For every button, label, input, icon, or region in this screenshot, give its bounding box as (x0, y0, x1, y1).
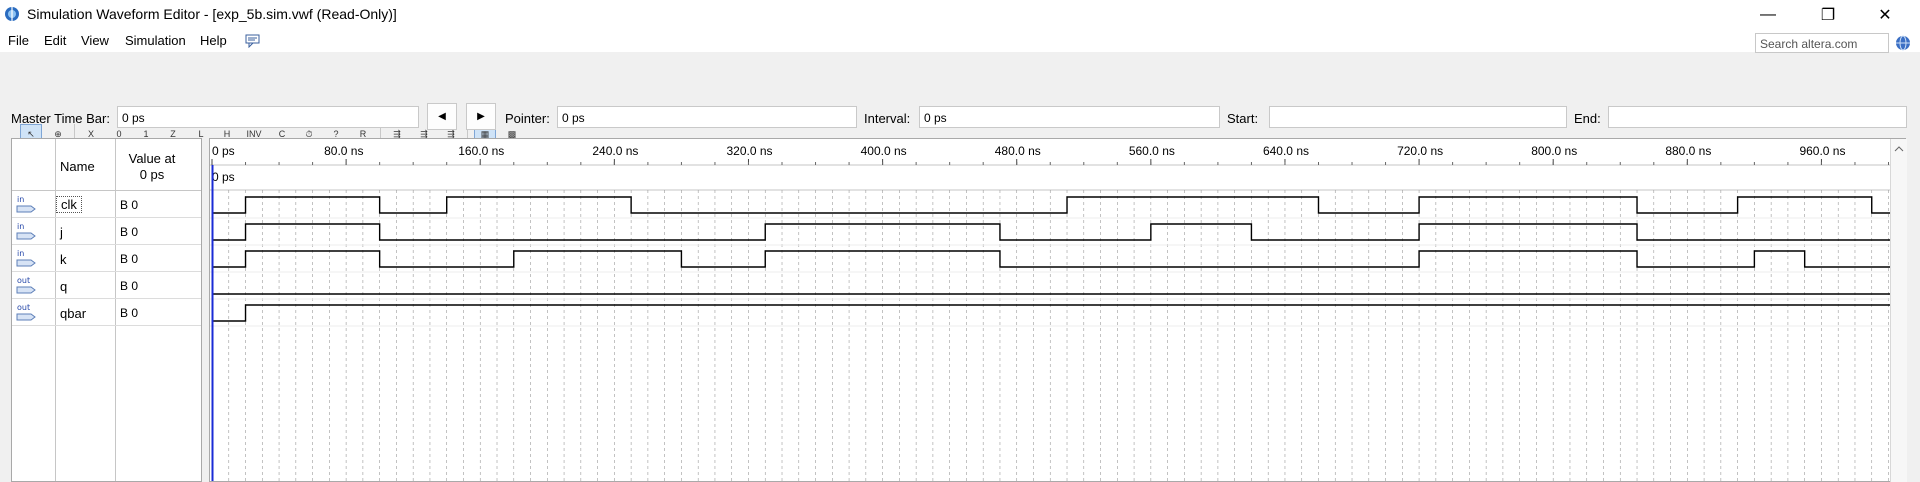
minimize-button[interactable]: — (1745, 0, 1791, 30)
signal-value: B 0 (120, 252, 139, 266)
output-pin-icon: out (16, 276, 36, 294)
name-column-header[interactable]: Name (60, 159, 95, 174)
menu-file[interactable]: File (8, 33, 29, 48)
pointer-field[interactable]: 0 ps (557, 106, 857, 128)
svg-text:in: in (17, 222, 24, 231)
signal-value: B 0 (120, 225, 139, 239)
toolbar: ↖ ⊕ X 0 1 Z L H INV C ⏱ ? R ⇶ ⇶ ⇶ ▦ ▩ (0, 60, 1920, 144)
menu-simulation[interactable]: Simulation (125, 33, 186, 48)
svg-text:out: out (17, 276, 30, 285)
waveform-clk (212, 196, 1891, 214)
menu-view[interactable]: View (81, 33, 109, 48)
time-tick-label: 720.0 ns (1397, 144, 1443, 158)
start-label: Start: (1227, 111, 1259, 126)
interval-label: Interval: (864, 111, 911, 126)
waveform-j (212, 223, 1891, 241)
waveform-qbar (212, 304, 1891, 322)
quartus-app-icon (5, 7, 19, 21)
time-tick-label: 400.0 ns (861, 144, 907, 158)
signal-name: qbar (60, 306, 87, 321)
time-tick-label: 320.0 ns (726, 144, 772, 158)
search-input[interactable]: Search altera.com (1755, 33, 1889, 53)
value-header-line1: Value at (128, 151, 176, 166)
output-pin-icon: out (16, 303, 36, 321)
time-tick-label: 560.0 ns (1129, 144, 1175, 158)
globe-icon[interactable] (1895, 35, 1911, 51)
time-tick-label: 0 ps (212, 144, 235, 158)
signal-list-header: Name Value at 0 ps (12, 139, 201, 191)
end-field[interactable] (1608, 106, 1907, 128)
end-label: End: (1574, 111, 1601, 126)
close-button[interactable]: ✕ (1862, 0, 1908, 30)
signal-row-j[interactable]: in j B 0 (12, 218, 201, 245)
menu-edit[interactable]: Edit (44, 33, 66, 48)
input-pin-icon: in (16, 222, 36, 240)
master-time-bar-field[interactable]: 0 ps (117, 106, 419, 128)
signal-list-panel: Name Value at 0 ps in clk B 0 in j B 0 i… (11, 138, 202, 482)
time-tick-label: 640.0 ns (1263, 144, 1309, 158)
title-bar: Simulation Waveform Editor - [exp_5b.sim… (0, 0, 1920, 30)
menu-bar: File Edit View Simulation Help (0, 30, 1920, 52)
signal-name: k (60, 252, 67, 267)
vertical-scrollbar[interactable] (1890, 139, 1907, 482)
menu-help[interactable]: Help (200, 33, 227, 48)
time-tick-label: 160.0 ns (458, 144, 504, 158)
time-tick-label: 80.0 ns (324, 144, 363, 158)
signal-name: j (60, 225, 63, 240)
input-pin-icon: in (16, 249, 36, 267)
value-column-header[interactable]: Value at 0 ps (115, 151, 189, 183)
scroll-up-icon[interactable] (1891, 143, 1907, 155)
waveform-canvas[interactable]: 0 ps 80.0 ns 160.0 ns 240.0 ns 320.0 ns 400.0… (210, 139, 1891, 481)
time-tick-label: 240.0 ns (592, 144, 638, 158)
cursor-time-label: 0 ps (212, 170, 235, 184)
svg-text:out: out (17, 303, 30, 312)
signal-row-k[interactable]: in k B 0 (12, 245, 201, 272)
pointer-label: Pointer: (505, 111, 550, 126)
time-tick-label: 800.0 ns (1531, 144, 1577, 158)
feedback-icon[interactable] (245, 34, 261, 48)
time-tick-label: 480.0 ns (995, 144, 1041, 158)
svg-text:in: in (17, 195, 24, 204)
signal-value: B 0 (120, 279, 139, 293)
signal-value: B 0 (120, 306, 139, 320)
window-title: Simulation Waveform Editor - [exp_5b.sim… (27, 6, 397, 22)
value-header-line2: 0 ps (139, 167, 165, 182)
start-field[interactable] (1269, 106, 1567, 128)
input-pin-icon: in (16, 195, 36, 213)
svg-text:in: in (17, 249, 24, 258)
waveform-k (212, 250, 1891, 268)
signal-row-qbar[interactable]: out qbar B 0 (12, 299, 201, 326)
signal-name: q (60, 279, 68, 294)
time-tick-label: 960.0 ns (1799, 144, 1845, 158)
next-transition-button[interactable]: ▶ (466, 103, 496, 130)
signal-value: B 0 (120, 198, 139, 212)
restore-button[interactable]: ❐ (1805, 0, 1851, 30)
time-tick-label: 880.0 ns (1665, 144, 1711, 158)
previous-transition-button[interactable]: ◀ (427, 103, 457, 130)
master-time-bar-label: Master Time Bar: (11, 111, 110, 126)
waveform-panel[interactable]: 0 ps 80.0 ns 160.0 ns 240.0 ns 320.0 ns 400.0… (209, 138, 1906, 482)
interval-field[interactable]: 0 ps (919, 106, 1220, 128)
signal-name: clk (56, 196, 82, 213)
signal-row-q[interactable]: out q B 0 (12, 272, 201, 299)
signal-row-clk[interactable]: in clk B 0 (12, 191, 201, 218)
